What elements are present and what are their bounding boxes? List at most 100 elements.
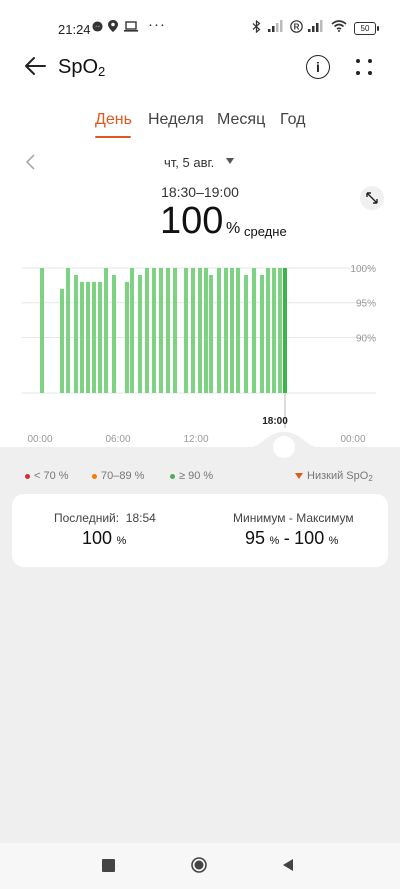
- chart-bar[interactable]: [80, 281, 84, 393]
- chart-bar[interactable]: [266, 268, 270, 393]
- location-icon: [108, 20, 118, 35]
- laptop-icon: [124, 20, 138, 35]
- svg-text:R: R: [294, 23, 300, 32]
- chart-bar[interactable]: [40, 268, 44, 393]
- chart-bar[interactable]: [191, 268, 195, 393]
- grid-dot-icon: [356, 59, 360, 63]
- grid-dot-icon: [368, 71, 372, 75]
- date-selector[interactable]: чт, 5 авг.: [164, 155, 214, 170]
- period-tabs: День Неделя Месяц Год: [0, 111, 400, 141]
- min-value: 95: [245, 528, 266, 548]
- chart-bar[interactable]: [145, 268, 149, 393]
- home-circle-icon: [191, 857, 207, 873]
- range-label: Минимум - Максимум: [233, 511, 354, 525]
- y-tick-label: 90%: [356, 333, 376, 344]
- home-button[interactable]: [191, 857, 207, 873]
- status-time: 21:24: [58, 22, 91, 37]
- caret-down-icon[interactable]: [226, 158, 234, 164]
- more-notifications-icon: ···: [148, 16, 166, 33]
- selected-time-range: 18:30–19:00: [161, 184, 239, 200]
- chart-bar[interactable]: [283, 268, 287, 393]
- tab-month[interactable]: Месяц: [217, 111, 265, 129]
- chart-bar[interactable]: [224, 268, 228, 393]
- chart-bar[interactable]: [260, 274, 264, 393]
- status-bar: 21:24 ··· R 50: [0, 0, 400, 50]
- battery-icon: 50: [354, 22, 379, 35]
- chart-bar[interactable]: [152, 268, 156, 393]
- max-value: 100: [294, 528, 325, 548]
- stats-card: Последний: 18:54 100 % Минимум - Максиму…: [12, 494, 388, 567]
- previous-day-button[interactable]: [24, 152, 38, 172]
- chevron-left-icon: [25, 154, 35, 170]
- legend-mid: 70–89 %: [92, 470, 144, 482]
- chart-bar[interactable]: [209, 274, 213, 393]
- average-unit: %: [226, 220, 241, 237]
- chart-bar[interactable]: [130, 268, 134, 393]
- green-dot-icon: [170, 473, 175, 479]
- chart-bar[interactable]: [244, 274, 248, 393]
- range-value: 95 % - 100 %: [245, 528, 339, 548]
- tab-week[interactable]: Неделя: [148, 111, 204, 129]
- chart-bar[interactable]: [66, 268, 70, 393]
- chart-bar[interactable]: [184, 268, 188, 393]
- chart-bar[interactable]: [60, 288, 64, 393]
- wifi-icon: [331, 20, 347, 35]
- last-time: 18:54: [125, 511, 156, 525]
- chart-bar[interactable]: [112, 274, 116, 393]
- recents-button[interactable]: [102, 859, 115, 872]
- tab-active-indicator: [95, 136, 131, 138]
- red-dot-icon: [25, 473, 30, 479]
- chart-bar[interactable]: [166, 268, 170, 393]
- legend-low-spo2: Низкий SpO2: [295, 470, 373, 483]
- legend-high: ≥ 90 %: [170, 470, 213, 482]
- back-button[interactable]: [22, 52, 50, 80]
- grid-dot-icon: [368, 59, 372, 63]
- chart-bar[interactable]: [198, 268, 202, 393]
- tab-day[interactable]: День: [95, 111, 132, 129]
- chart-bar[interactable]: [125, 281, 129, 393]
- tab-year[interactable]: Год: [280, 111, 305, 129]
- chart-bar[interactable]: [173, 268, 177, 393]
- signal-icon-1: [268, 20, 284, 35]
- chart-bar[interactable]: [86, 281, 90, 393]
- orange-dot-icon: [92, 473, 97, 479]
- y-tick-label: 100%: [350, 264, 376, 275]
- low-marker-icon: [295, 473, 303, 480]
- last-label: Последний: 18:54: [54, 511, 156, 525]
- y-tick-label: 95%: [356, 299, 376, 310]
- expand-button[interactable]: [360, 186, 384, 210]
- chart-bar[interactable]: [230, 268, 234, 393]
- info-button[interactable]: i: [306, 55, 330, 79]
- page-title: SpO2: [58, 56, 106, 79]
- chart-bar[interactable]: [236, 268, 240, 393]
- system-nav-bar: [0, 843, 400, 889]
- grid-dot-icon: [356, 71, 360, 75]
- average-label: средне: [244, 224, 287, 239]
- messenger-icon: [92, 20, 103, 35]
- expand-icon: [366, 192, 378, 204]
- chart-bar[interactable]: [204, 268, 208, 393]
- chart-bar[interactable]: [159, 268, 163, 393]
- chart-bar[interactable]: [217, 268, 221, 393]
- back-arrow-icon: [25, 57, 46, 75]
- signal-icon-2: [308, 20, 324, 35]
- chart-bar[interactable]: [138, 274, 142, 393]
- bluetooth-icon: [252, 19, 261, 36]
- last-value: 100 %: [82, 528, 127, 548]
- chart-bar[interactable]: [92, 281, 96, 393]
- slider-handle[interactable]: [273, 436, 295, 458]
- chart-bar[interactable]: [278, 268, 282, 393]
- more-options-button[interactable]: [352, 55, 376, 79]
- triangle-back-icon: [283, 859, 293, 871]
- average-value: 100: [160, 200, 224, 242]
- chart-bar[interactable]: [104, 268, 108, 393]
- chart-bar[interactable]: [74, 274, 78, 393]
- roaming-icon: R: [290, 20, 303, 36]
- info-icon: i: [316, 59, 320, 75]
- chart-bar[interactable]: [272, 268, 276, 393]
- legend-low70: < 70 %: [25, 470, 69, 482]
- chart-bar[interactable]: [98, 281, 102, 393]
- back-nav-button[interactable]: [281, 858, 295, 872]
- range-dash: -: [283, 528, 290, 548]
- chart-bar[interactable]: [252, 268, 256, 393]
